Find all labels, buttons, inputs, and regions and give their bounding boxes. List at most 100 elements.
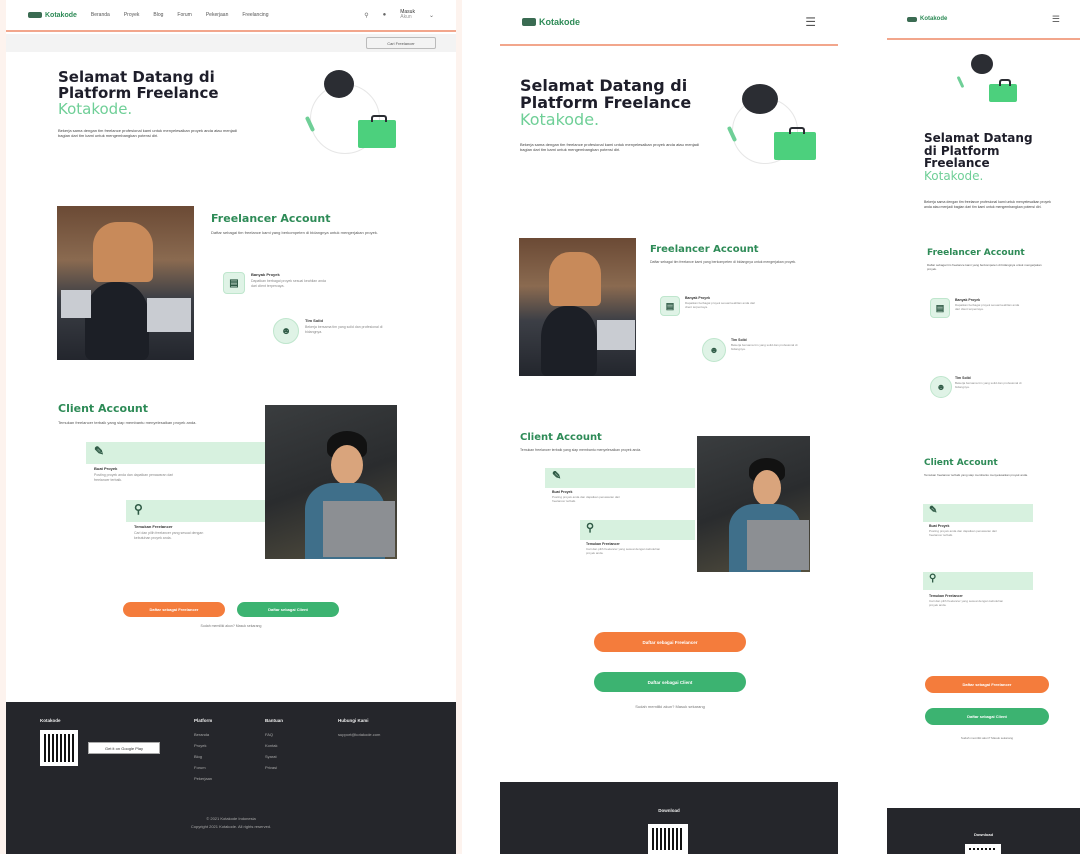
footer-link[interactable]: Proyek (194, 743, 206, 748)
client-section-title: Client Account (924, 458, 998, 468)
briefcase-icon (774, 127, 816, 160)
feature-desc: Cari dan pilih freelancer yang sesuai de… (929, 599, 1004, 607)
support-icon: ☻ (273, 318, 299, 344)
footer-legal-1: © 2021 Kotakode Indonesia (206, 816, 256, 821)
desktop-navbar: Kotakode Beranda Proyek Blog Forum Peker… (6, 0, 456, 32)
laptop-2 (61, 290, 91, 318)
play-store-badge[interactable]: Get it on Google Play (88, 742, 160, 754)
footer-link[interactable]: Forum (194, 765, 206, 770)
freelancer-photo (57, 206, 194, 360)
mobile-footer: Download (887, 808, 1080, 854)
qr-code[interactable] (965, 844, 1001, 854)
hero-description: Bekerja sama dengan tim freelance profes… (58, 128, 237, 139)
feature-title: Buat Proyek (929, 524, 950, 528)
person-1 (549, 252, 601, 306)
hero-accent: Kotakode. (520, 109, 600, 129)
feature-title: Temukan Freelancer (134, 524, 173, 529)
nav-link-blog[interactable]: Blog (153, 12, 163, 18)
find-freelancer-button[interactable]: Cari Freelancer (366, 37, 436, 49)
nav-link-forum[interactable]: Forum (177, 12, 191, 18)
briefcase-icon (989, 79, 1017, 102)
tablet-footer: Download (500, 782, 838, 854)
person-2 (541, 306, 597, 376)
footer-link[interactable]: Kontak (265, 743, 277, 748)
freelancer-section-desc: Daftar sebagai tim freelance kami yang b… (650, 260, 797, 264)
qr-code[interactable] (648, 824, 688, 854)
register-freelancer-button[interactable]: Daftar sebagai Freelancer (925, 676, 1049, 693)
feature-desc: Bekerja bersama tim yang solid dan profe… (731, 343, 798, 351)
register-client-button[interactable]: Daftar sebagai Client (925, 708, 1049, 725)
brand-logo[interactable]: Kotakode (907, 16, 947, 22)
feature-title: Buat Proyek (552, 490, 573, 494)
client-feature-band-1 (923, 504, 1033, 522)
feature-desc: Dapatkan berbagai proyek sesuai keahlian… (955, 303, 1020, 311)
register-freelancer-button[interactable]: Daftar sebagai Freelancer (123, 602, 225, 617)
feature-title: Temukan Freelancer (929, 594, 963, 598)
logo-icon (522, 18, 536, 26)
footer-col-title: Platform (194, 718, 213, 723)
brand-logo[interactable]: Kotakode (522, 17, 580, 27)
support-icon: ☻ (930, 376, 952, 398)
nav-link-pekerjaan[interactable]: Pekerjaan (206, 12, 229, 18)
logo-icon (907, 16, 917, 22)
laptop (747, 520, 809, 570)
footer-email[interactable]: support@kotakode.com (338, 732, 380, 737)
edit-icon: ✎ (552, 470, 562, 482)
feature-desc: Bekerja bersama tim yang solid dan profe… (955, 381, 1022, 389)
register-client-button[interactable]: Daftar sebagai Client (237, 602, 339, 617)
login-note[interactable]: Sudah memiliki akun? Masuk sekarang (570, 704, 770, 709)
qr-code[interactable] (40, 730, 78, 766)
laptop-1 (597, 320, 635, 350)
search-icon[interactable]: ⚲ (364, 12, 368, 19)
footer-link[interactable]: Pekerjaan (194, 776, 212, 781)
brand-logo[interactable]: Kotakode (28, 12, 77, 19)
footer-link[interactable]: Blog (194, 754, 202, 759)
register-freelancer-button[interactable]: Daftar sebagai Freelancer (594, 632, 746, 652)
client-section-desc: Temukan freelancer terbaik yang siap mem… (58, 420, 197, 425)
document-icon: ▤ (660, 296, 680, 316)
footer-download-label: Download (658, 808, 680, 813)
screenshot-canvas: Kotakode Beranda Proyek Blog Forum Peker… (0, 0, 1080, 854)
person-1 (93, 222, 153, 282)
register-client-button[interactable]: Daftar sebagai Client (594, 672, 746, 692)
edit-icon: ✎ (94, 444, 105, 458)
freelancer-section-title: Freelancer Account (211, 212, 331, 225)
desktop-page: Kotakode Beranda Proyek Blog Forum Peker… (6, 0, 456, 854)
nav-link-freelancing[interactable]: Freelancing (242, 12, 268, 18)
nav-link-proyek[interactable]: Proyek (124, 12, 140, 18)
footer-link[interactable]: Beranda (194, 732, 209, 737)
mobile-frame: Kotakode ☰ Selamat Datang di Platform Fr… (887, 0, 1080, 854)
hamburger-menu-icon[interactable]: ☰ (805, 15, 816, 29)
bell-icon[interactable]: ● (383, 12, 387, 18)
footer-link[interactable]: FAQ (265, 732, 273, 737)
logo-icon (28, 12, 42, 18)
hamburger-menu-icon[interactable]: ☰ (1052, 14, 1060, 25)
laptop (323, 501, 395, 557)
briefcase-icon (358, 115, 396, 148)
freelancer-section-title: Freelancer Account (650, 244, 759, 255)
footer-link[interactable]: Privasi (265, 765, 277, 770)
account-sub-label: Akun (400, 14, 412, 20)
desktop-footer: Kotakode Get it on Google Play Platform … (6, 702, 456, 854)
robot-arm (956, 75, 965, 89)
login-note[interactable]: Sudah memiliki akun? Masuk sekarang (156, 624, 306, 628)
client-photo (697, 436, 810, 572)
tablet-frame: Kotakode ☰ Selamat Datang di Platform Fr… (500, 0, 838, 854)
feature-title: Temukan Freelancer (586, 542, 620, 546)
hero-title-line-3: Freelance (924, 156, 990, 171)
footer-legal-2: Copyright 2021 Kotakode. All rights rese… (190, 824, 272, 829)
client-feature-band-1 (86, 442, 266, 464)
footer-link[interactable]: Syarat (265, 754, 277, 759)
account-menu[interactable]: Masuk Akun (400, 10, 415, 20)
feature-desc: Posting proyek anda dan dapatkan penawar… (929, 529, 997, 537)
freelancer-section-desc: Daftar sebagai tim freelance kami yang b… (927, 263, 1042, 271)
freelancer-section-desc: Daftar sebagai tim freelance kami yang b… (211, 230, 378, 235)
chevron-down-icon[interactable]: ⌄ (429, 12, 434, 19)
feature-title: Banyak Proyek (955, 298, 981, 302)
feature-title: Tim Solid (305, 318, 323, 323)
nav-link-beranda[interactable]: Beranda (91, 12, 110, 18)
feature-title: Tim Solid (955, 376, 971, 380)
feature-desc: Dapatkan berbagai proyek sesuai keahlian… (251, 279, 326, 288)
footer-download-label: Download (973, 832, 994, 837)
login-note[interactable]: Sudah memiliki akun? Masuk sekarang (917, 736, 1057, 740)
